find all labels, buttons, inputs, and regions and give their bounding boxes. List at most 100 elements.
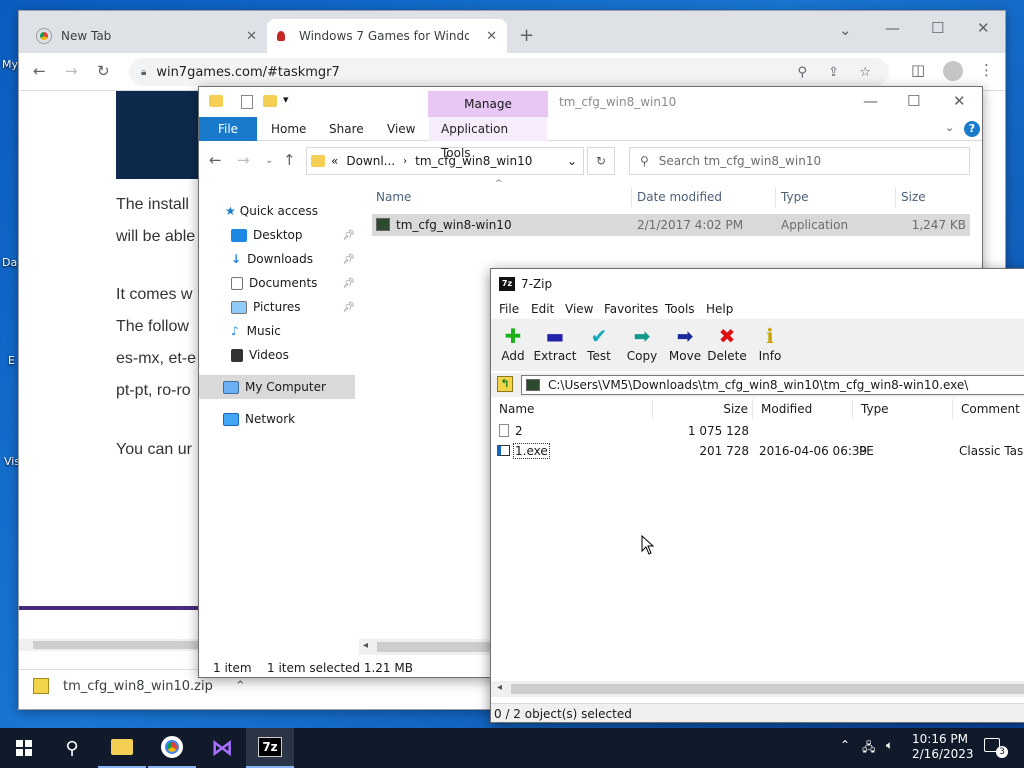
tab-file[interactable]: File [199, 117, 257, 141]
tab-new-tab[interactable]: New Tab ✕ [27, 19, 267, 53]
chevron-down-icon[interactable]: ⌄ [567, 154, 577, 168]
back-icon[interactable]: ← [33, 62, 46, 80]
taskbar-7zip[interactable]: 7z [246, 728, 294, 768]
column-header-type[interactable]: Type [853, 399, 953, 419]
close-tab-icon[interactable]: ✕ [246, 29, 257, 44]
up-icon[interactable]: ↑ [283, 151, 296, 169]
close-tab-icon[interactable]: ✕ [486, 29, 497, 44]
breadcrumb-current[interactable]: tm_cfg_win8_win10 [415, 154, 532, 168]
delete-button[interactable]: ✖ Delete [705, 323, 749, 363]
desktop-icon-label[interactable]: Da [2, 256, 17, 269]
search-input[interactable]: ⚲ Search tm_cfg_win8_win10 [629, 147, 970, 175]
download-item[interactable]: tm_cfg_win8_win10.zip ⌃ [33, 678, 246, 694]
recent-locations-icon[interactable]: ⌄ [265, 155, 273, 166]
tab-home[interactable]: Home [259, 117, 318, 141]
test-button[interactable]: ✔ Test [577, 323, 621, 363]
column-header-size[interactable]: Size [901, 187, 926, 207]
horizontal-scrollbar[interactable]: ◂ [491, 681, 1024, 697]
start-button[interactable] [0, 728, 48, 768]
table-row[interactable]: 1.exe 201 728 2016-04-06 06:39 PE Classi… [491, 441, 1024, 461]
properties-icon[interactable] [241, 95, 253, 109]
horizontal-scrollbar[interactable] [19, 639, 201, 651]
scroll-left-icon[interactable]: ◂ [497, 682, 502, 693]
copy-button[interactable]: ➡ Copy [620, 323, 664, 363]
column-header-comment[interactable]: Comment [953, 399, 1024, 419]
search-icon[interactable]: ⚲ [797, 65, 807, 80]
quick-toolbar-dropdown-icon[interactable]: ▾ [283, 93, 289, 106]
show-hidden-icons-icon[interactable]: ⌃ [840, 738, 850, 752]
help-icon[interactable]: ? [964, 121, 980, 137]
nav-network[interactable]: Network [199, 407, 355, 431]
address-overflow[interactable]: « [331, 154, 338, 168]
star-icon[interactable]: ☆ [859, 65, 871, 80]
scroll-thumb[interactable] [33, 641, 199, 649]
notification-center-icon[interactable]: 3 [984, 736, 1008, 758]
nav-pictures[interactable]: Pictures 📌︎ [199, 295, 355, 319]
menu-icon[interactable]: ⋮ [979, 61, 994, 79]
menu-favorites[interactable]: Favorites [604, 299, 658, 319]
clock[interactable]: 10:16 PM 2/16/2023 [912, 732, 974, 762]
column-header-modified[interactable]: Modified [753, 399, 853, 419]
back-icon[interactable]: ← [209, 151, 222, 169]
address-bar[interactable]: 🔒︎ win7games.com/#taskmgr7 ⚲ ⇪ ☆ [129, 58, 889, 86]
search-icon[interactable]: ⚲ [48, 728, 96, 768]
minimize-icon[interactable]: — [863, 92, 878, 110]
nav-quick-access[interactable]: ★ Quick access [199, 199, 355, 223]
desktop-icon-label[interactable]: E [8, 354, 15, 367]
tab-share[interactable]: Share [317, 117, 376, 141]
tab-view[interactable]: View [375, 117, 427, 141]
tab-windows7-games[interactable]: Windows 7 Games for Windows ✕ [267, 19, 507, 53]
profile-avatar-icon[interactable] [943, 61, 963, 81]
expand-ribbon-icon[interactable]: ⌄ [945, 121, 954, 134]
taskbar-file-explorer[interactable] [98, 728, 146, 768]
close-icon[interactable]: ✕ [977, 19, 990, 37]
reload-icon[interactable]: ↻ [97, 62, 110, 80]
nav-music[interactable]: ♪ Music [199, 319, 355, 343]
forward-icon[interactable]: → [65, 62, 78, 80]
up-folder-icon[interactable]: ↰ [497, 376, 513, 392]
info-button[interactable]: ℹ Info [748, 323, 792, 363]
tab-search-icon[interactable]: ⌄ [839, 21, 852, 39]
new-tab-icon[interactable]: + [519, 25, 534, 46]
volume-icon[interactable]: 🔈︎ [886, 738, 893, 753]
refresh-icon[interactable]: ↻ [587, 147, 615, 175]
scroll-left-icon[interactable]: ◂ [363, 640, 368, 651]
nav-downloads[interactable]: ↓ Downloads 📌︎ [199, 247, 355, 271]
file-row[interactable]: tm_cfg_win8-win10 2/1/2017 4:02 PM Appli… [372, 214, 970, 236]
column-header-type[interactable]: Type [781, 187, 809, 207]
maximize-icon[interactable]: ☐ [931, 19, 944, 37]
scroll-thumb[interactable] [511, 684, 1024, 694]
table-row[interactable]: 2 1 075 128 [491, 421, 1024, 441]
network-icon[interactable]: 🖧︎ [862, 738, 875, 759]
move-button[interactable]: ➡ Move [663, 323, 707, 363]
breadcrumb-downloads[interactable]: Downl... [346, 154, 395, 168]
column-header-date[interactable]: Date modified [637, 187, 722, 207]
extract-button[interactable]: ▬ Extract [533, 323, 577, 363]
menu-edit[interactable]: Edit [531, 299, 554, 319]
nav-documents[interactable]: Documents 📌︎ [199, 271, 355, 295]
taskbar-visual-studio[interactable]: ⋈ [198, 728, 246, 768]
close-icon[interactable]: ✕ [953, 92, 966, 110]
column-header-name[interactable]: Name [491, 399, 653, 419]
tab-application-tools[interactable]: Application Tools [429, 117, 547, 160]
column-header-size[interactable]: Size [653, 399, 753, 419]
nav-desktop[interactable]: Desktop 📌︎ [199, 223, 355, 247]
add-button[interactable]: ✚ Add [491, 323, 535, 363]
menu-tools[interactable]: Tools [665, 299, 695, 319]
desktop-icon-label[interactable]: My [2, 58, 18, 71]
forward-icon[interactable]: → [237, 151, 250, 169]
side-panel-icon[interactable]: ◫ [911, 61, 925, 79]
new-folder-icon[interactable] [263, 95, 277, 107]
address-bar[interactable]: « Downl... › tm_cfg_win8_win10 ⌄ [306, 147, 584, 175]
path-input[interactable]: C:\Users\VM5\Downloads\tm_cfg_win8_win10… [521, 375, 1024, 395]
maximize-icon[interactable]: ☐ [907, 92, 920, 110]
chevron-up-icon[interactable]: ⌃ [235, 679, 246, 694]
menu-help[interactable]: Help [706, 299, 733, 319]
nav-videos[interactable]: Videos [199, 343, 355, 367]
nav-my-computer[interactable]: My Computer [199, 375, 355, 399]
menu-file[interactable]: File [499, 299, 519, 319]
minimize-icon[interactable]: — [885, 19, 900, 37]
share-icon[interactable]: ⇪ [828, 65, 839, 80]
menu-view[interactable]: View [565, 299, 593, 319]
manage-tab[interactable]: Manage [428, 91, 548, 117]
